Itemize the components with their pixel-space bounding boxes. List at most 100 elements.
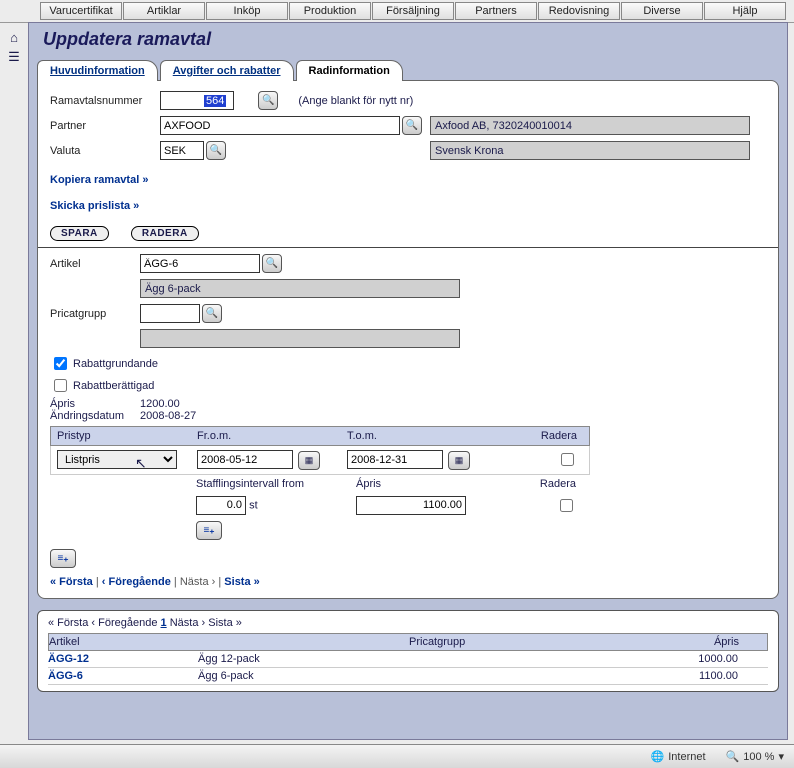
lp-last[interactable]: Sista » xyxy=(208,617,242,629)
lh-blank xyxy=(199,636,409,648)
pricat-label: Pricatgrupp xyxy=(50,308,140,320)
to-date-picker-icon[interactable]: ▦ xyxy=(448,451,470,470)
lp-first[interactable]: « Första xyxy=(48,617,88,629)
row-desc: Ägg 6-pack xyxy=(198,670,408,682)
status-zone: 🌐 Internet xyxy=(651,750,706,763)
menu-produktion[interactable]: Produktion xyxy=(289,2,371,20)
partner-readout: Axfood AB, 7320240010014 xyxy=(430,116,750,135)
rabattgrundande-label: Rabattgrundande xyxy=(73,358,158,370)
list-icon[interactable]: ☰ xyxy=(4,49,24,65)
tab-radinformation[interactable]: Radinformation xyxy=(296,60,403,81)
stafling-header: Stafflingsintervall from Ápris Radera xyxy=(190,475,590,493)
artikel-desc: Ägg 6-pack xyxy=(140,279,460,298)
valuta-input[interactable] xyxy=(160,141,204,160)
menu-redovisning[interactable]: Redovisning xyxy=(538,2,620,20)
partner-lookup-icon[interactable]: 🔍 xyxy=(402,116,422,135)
add-price-row-icon[interactable]: ≡₊ xyxy=(50,549,76,568)
apris-label: Ápris xyxy=(50,398,140,410)
tab-huvudinformation[interactable]: Huvudinformation xyxy=(37,60,158,81)
hdr-stafling: Stafflingsintervall from xyxy=(196,478,356,490)
hdr-from: Fr.o.m. xyxy=(197,430,347,442)
lp-page[interactable]: 1 xyxy=(161,617,167,629)
ramavtal-label: Ramavtalsnummer xyxy=(50,95,160,107)
pager-first[interactable]: « Första xyxy=(50,576,93,588)
main-panel: Ramavtalsnummer 564 🔍 (Ange blankt för n… xyxy=(37,80,779,599)
page: Uppdatera ramavtal Huvudinformation Avgi… xyxy=(28,22,788,740)
stafling-row: st xyxy=(190,493,590,518)
menu-varucertifikat[interactable]: Varucertifikat xyxy=(40,2,122,20)
row-grp xyxy=(408,670,578,682)
row-code[interactable]: ÄGG-6 xyxy=(48,670,198,682)
list-header: Artikel Pricatgrupp Ápris xyxy=(48,633,768,651)
to-date-input[interactable] xyxy=(347,450,443,469)
lh-pricat: Pricatgrupp xyxy=(409,636,579,648)
chevron-down-icon: ▾ xyxy=(778,750,784,763)
record-pager: « Första | ‹ Föregående | Nästa › | Sist… xyxy=(50,576,766,588)
table-row: ÄGG-12 Ägg 12-pack 1000.00 xyxy=(48,651,768,668)
statusbar: 🌐 Internet 🔍 100 % ▾ xyxy=(0,744,794,768)
menu-inkop[interactable]: Inköp xyxy=(206,2,288,20)
ramavtal-lookup-icon[interactable]: 🔍 xyxy=(258,91,278,110)
rabattberattigad-label: Rabattberättigad xyxy=(73,380,154,392)
qty-unit: st xyxy=(249,499,258,511)
price-input[interactable] xyxy=(356,496,466,515)
sidebar-icons: ⌂ ☰ xyxy=(4,30,24,69)
menu-diverse[interactable]: Diverse xyxy=(621,2,703,20)
stafling-addrow: ≡₊ xyxy=(190,518,590,543)
lh-artikel: Artikel xyxy=(49,636,199,648)
artikel-input[interactable] xyxy=(140,254,260,273)
hdr-apris2: Ápris xyxy=(356,478,516,490)
home-icon[interactable]: ⌂ xyxy=(4,30,24,45)
row-apris: 1000.00 xyxy=(578,653,738,665)
ramavtal-hint: (Ange blankt för nytt nr) xyxy=(298,95,413,107)
valuta-lookup-icon[interactable]: 🔍 xyxy=(206,141,226,160)
hdr-pristyp: Pristyp xyxy=(57,430,197,442)
from-date-input[interactable] xyxy=(197,450,293,469)
apris-value: 1200.00 xyxy=(140,398,180,410)
pricat-input[interactable] xyxy=(140,304,200,323)
artikel-lookup-icon[interactable]: 🔍 xyxy=(262,254,282,273)
delete-button[interactable]: RADERA xyxy=(131,226,199,241)
list-pager: « Första ‹ Föregående 1 Nästa › Sista » xyxy=(48,617,768,629)
menu-artiklar[interactable]: Artiklar xyxy=(123,2,205,20)
hdr-to: T.o.m. xyxy=(347,430,497,442)
menu-partners[interactable]: Partners xyxy=(455,2,537,20)
pricegrid-row: Listpris ▦ ▦ xyxy=(50,446,590,475)
menu-forsaljning[interactable]: Försäljning xyxy=(372,2,454,20)
ramavtal-input[interactable]: 564 xyxy=(204,95,226,107)
row-apris: 1100.00 xyxy=(578,670,738,682)
pager-prev[interactable]: ‹ Föregående xyxy=(102,576,171,588)
partner-label: Partner xyxy=(50,120,160,132)
pricegrid-header: Pristyp Fr.o.m. T.o.m. Radera xyxy=(50,426,590,446)
artikel-label: Artikel xyxy=(50,258,140,270)
rabattberattigad-checkbox[interactable] xyxy=(54,379,67,392)
lp-next[interactable]: Nästa › xyxy=(170,617,205,629)
lh-apris: Ápris xyxy=(579,636,739,648)
rabattgrundande-checkbox[interactable] xyxy=(54,357,67,370)
menubar: Varucertifikat Artiklar Inköp Produktion… xyxy=(0,0,794,23)
pristyp-select[interactable]: Listpris xyxy=(57,450,177,469)
table-row: ÄGG-6 Ägg 6-pack 1100.00 xyxy=(48,668,768,685)
from-date-picker-icon[interactable]: ▦ xyxy=(298,451,320,470)
lp-prev[interactable]: ‹ Föregående xyxy=(91,617,157,629)
row-code[interactable]: ÄGG-12 xyxy=(48,653,198,665)
save-button[interactable]: SPARA xyxy=(50,226,109,241)
menu-hjalp[interactable]: Hjälp xyxy=(704,2,786,20)
valuta-readout: Svensk Krona xyxy=(430,141,750,160)
stafling-delete-checkbox[interactable] xyxy=(560,499,573,512)
page-title: Uppdatera ramavtal xyxy=(43,29,779,50)
hdr-radera: Radera xyxy=(497,430,577,442)
changed-value: 2008-08-27 xyxy=(140,410,196,422)
tab-avgifter[interactable]: Avgifter och rabatter xyxy=(160,60,294,81)
send-prislista-link[interactable]: Skicka prislista » xyxy=(50,200,139,212)
row-delete-checkbox[interactable] xyxy=(561,453,574,466)
list-panel: « Första ‹ Föregående 1 Nästa › Sista » … xyxy=(37,610,779,692)
partner-input[interactable] xyxy=(160,116,400,135)
pager-last[interactable]: Sista » xyxy=(224,576,259,588)
pricat-lookup-icon[interactable]: 🔍 xyxy=(202,304,222,323)
status-zoom[interactable]: 🔍 100 % ▾ xyxy=(726,750,784,763)
qty-input[interactable] xyxy=(196,496,246,515)
add-stafling-row-icon[interactable]: ≡₊ xyxy=(196,521,222,540)
copy-ramavtal-link[interactable]: Kopiera ramavtal » xyxy=(50,174,148,186)
row-grp xyxy=(408,653,578,665)
